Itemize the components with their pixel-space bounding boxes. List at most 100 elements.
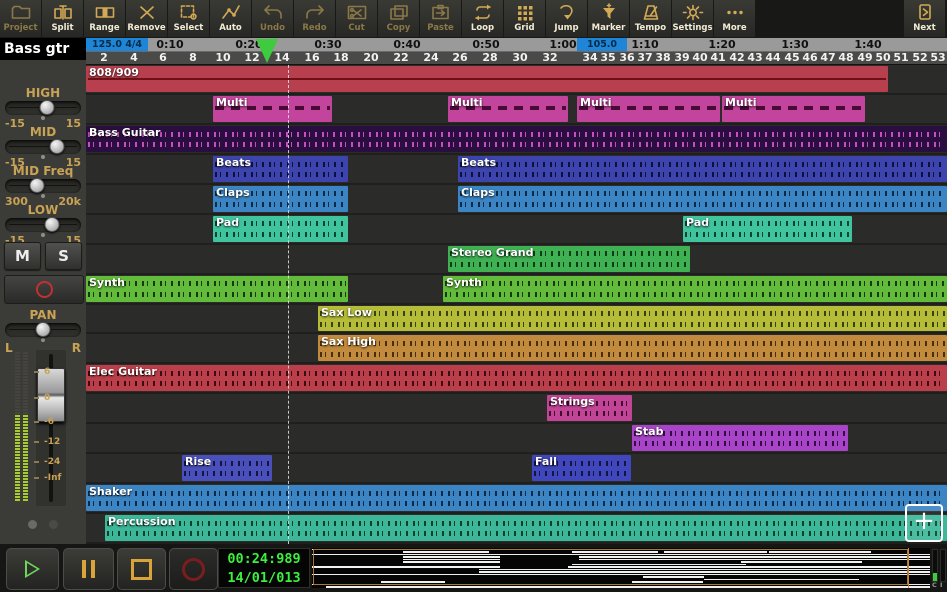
track-lane-shaker[interactable]: Shaker xyxy=(86,484,947,514)
clip-label: Bass Guitar xyxy=(89,126,160,139)
clip-synth[interactable]: Synth xyxy=(86,276,348,302)
stop-icon xyxy=(131,559,152,580)
clip-multi[interactable]: Multi xyxy=(213,96,332,122)
add-track-button[interactable]: + xyxy=(905,504,943,542)
panel-page-dots[interactable] xyxy=(0,520,86,529)
clip-stereo-grand[interactable]: Stereo Grand xyxy=(448,246,690,272)
tempo-marker[interactable]: 125.0 4/4 xyxy=(86,38,148,51)
clip-multi[interactable]: Multi xyxy=(577,96,720,122)
toolbar-button-jump[interactable]: Jump xyxy=(546,0,587,37)
clip-pad[interactable]: Pad xyxy=(683,216,852,242)
track-lane-sax-low[interactable]: Sax Low xyxy=(86,305,947,335)
bar-number-label: 36 xyxy=(619,51,634,64)
slider-thumb[interactable] xyxy=(29,178,44,193)
tempo-icon xyxy=(640,1,662,23)
toolbar-button-tempo[interactable]: Tempo xyxy=(630,0,671,37)
track-lane-strings[interactable]: Strings xyxy=(86,394,947,424)
toolbar-button-split[interactable]: Split xyxy=(42,0,83,37)
pan-thumb[interactable] xyxy=(36,322,51,337)
toolbar-button-project[interactable]: Project xyxy=(0,0,41,37)
playhead-marker-icon[interactable] xyxy=(256,39,278,63)
clip-fall[interactable]: Fall xyxy=(532,455,631,481)
stop-button[interactable] xyxy=(117,548,166,590)
track-lane-multi[interactable]: MultiMultiMultiMulti xyxy=(86,95,947,125)
toolbar-button-auto[interactable]: Auto xyxy=(210,0,251,37)
clip-percussion[interactable]: Percussion xyxy=(105,515,947,541)
overview-bar xyxy=(704,579,859,581)
pan-slider[interactable] xyxy=(5,323,81,337)
toolbar-button-next[interactable]: Next xyxy=(904,0,945,37)
clip-pad[interactable]: Pad xyxy=(213,216,348,242)
track-lane-percussion[interactable]: Percussion xyxy=(86,514,947,544)
toolbar-button-paste[interactable]: Paste xyxy=(420,0,461,37)
gear-icon xyxy=(682,1,704,23)
toolbar-button-remove[interactable]: Remove xyxy=(126,0,167,37)
toolbar-button-copy[interactable]: Copy xyxy=(378,0,419,37)
toolbar-button-range[interactable]: Range xyxy=(84,0,125,37)
toolbar-button-more[interactable]: More xyxy=(714,0,755,37)
arm-record-button[interactable] xyxy=(4,275,84,304)
clip-label: Stab xyxy=(635,425,663,438)
clip-sax-high[interactable]: Sax High xyxy=(318,335,947,361)
track-lane-stereo-grand[interactable]: Stereo Grand xyxy=(86,245,947,275)
clip-beats[interactable]: Beats xyxy=(458,156,947,182)
track-lane-pad[interactable]: Pad Pad xyxy=(86,215,947,245)
clip-synth[interactable]: Synth xyxy=(443,276,947,302)
toolbar-button-redo[interactable]: Redo xyxy=(294,0,335,37)
slider-groove[interactable] xyxy=(5,218,81,232)
slider-groove[interactable] xyxy=(5,179,81,193)
bar-number-label: 4 xyxy=(130,51,138,64)
toolbar-button-select[interactable]: Select xyxy=(168,0,209,37)
mute-button[interactable]: M xyxy=(4,242,41,270)
solo-button[interactable]: S xyxy=(45,242,82,270)
toolbar-button-cut[interactable]: Cut xyxy=(336,0,377,37)
clip-rise[interactable]: Rise xyxy=(182,455,272,481)
toolbar-button-grid[interactable]: Grid xyxy=(504,0,545,37)
overview-bar xyxy=(568,566,930,568)
toolbar-button-undo[interactable]: Undo xyxy=(252,0,293,37)
track-lane-bass-guitar[interactable]: Bass Guitar xyxy=(86,125,947,155)
toolbar-button-loop[interactable]: Loop xyxy=(462,0,503,37)
clip-sax-low[interactable]: Sax Low xyxy=(318,306,947,332)
slider-groove[interactable] xyxy=(5,101,81,115)
more-icon xyxy=(724,1,746,23)
slider-groove[interactable] xyxy=(5,140,81,154)
slider-thumb[interactable] xyxy=(49,139,64,154)
toolbar-button-marker[interactable]: Marker xyxy=(588,0,629,37)
track-lane-elec-guitar[interactable]: Elec Guitar xyxy=(86,364,947,394)
clip-shaker[interactable]: Shaker xyxy=(86,485,947,511)
play-button[interactable] xyxy=(6,548,59,590)
track-lanes: 808/909MultiMultiMultiMultiBass GuitarBe… xyxy=(86,65,947,544)
clip-multi[interactable]: Multi xyxy=(448,96,568,122)
track-lane-sax-high[interactable]: Sax High xyxy=(86,334,947,364)
slider-thumb[interactable] xyxy=(45,217,60,232)
level-meter-right xyxy=(23,352,28,504)
bar-number-label: 16 xyxy=(304,51,319,64)
clip-claps[interactable]: Claps xyxy=(458,186,947,212)
slider-thumb[interactable] xyxy=(39,100,54,115)
track-lane-claps[interactable]: Claps Claps xyxy=(86,185,947,215)
clip-claps[interactable]: Claps xyxy=(213,186,348,212)
clip-stab[interactable]: Stab xyxy=(632,425,848,451)
clip-808-909[interactable]: 808/909 xyxy=(86,66,888,92)
track-lane-stab[interactable]: Stab xyxy=(86,424,947,454)
clip-elec-guitar[interactable]: Elec Guitar xyxy=(86,365,947,391)
track-lane-rise-fall[interactable]: Rise Fall xyxy=(86,454,947,484)
channel-strip-panel: Bass gtr HIGH-1515MID-1515MID Freq30020k… xyxy=(0,38,86,544)
clip-multi[interactable]: Multi xyxy=(722,96,865,122)
clip-strings[interactable]: Strings xyxy=(547,395,632,421)
ruler-time-row[interactable]: 0:100:200:300:400:501:001:101:201:301:40… xyxy=(86,38,947,52)
ruler-bars-row[interactable]: 2468101214161820222426283032343536373839… xyxy=(86,52,947,65)
range-icon xyxy=(94,1,116,23)
tempo-marker[interactable]: 105.0 4/4 xyxy=(577,38,627,51)
track-lane-synth[interactable]: Synth Synth xyxy=(86,275,947,305)
toolbar-button-settings[interactable]: Settings xyxy=(672,0,713,37)
record-button[interactable] xyxy=(169,548,218,590)
track-lane-beats[interactable]: Beats Beats xyxy=(86,155,947,185)
fader-cap[interactable] xyxy=(37,368,65,422)
song-overview[interactable] xyxy=(312,548,930,588)
clip-beats[interactable]: Beats xyxy=(213,156,348,182)
clip-bass-guitar[interactable]: Bass Guitar xyxy=(86,126,947,152)
pause-button[interactable] xyxy=(63,548,114,590)
track-lane-808-909[interactable]: 808/909 xyxy=(86,65,947,95)
